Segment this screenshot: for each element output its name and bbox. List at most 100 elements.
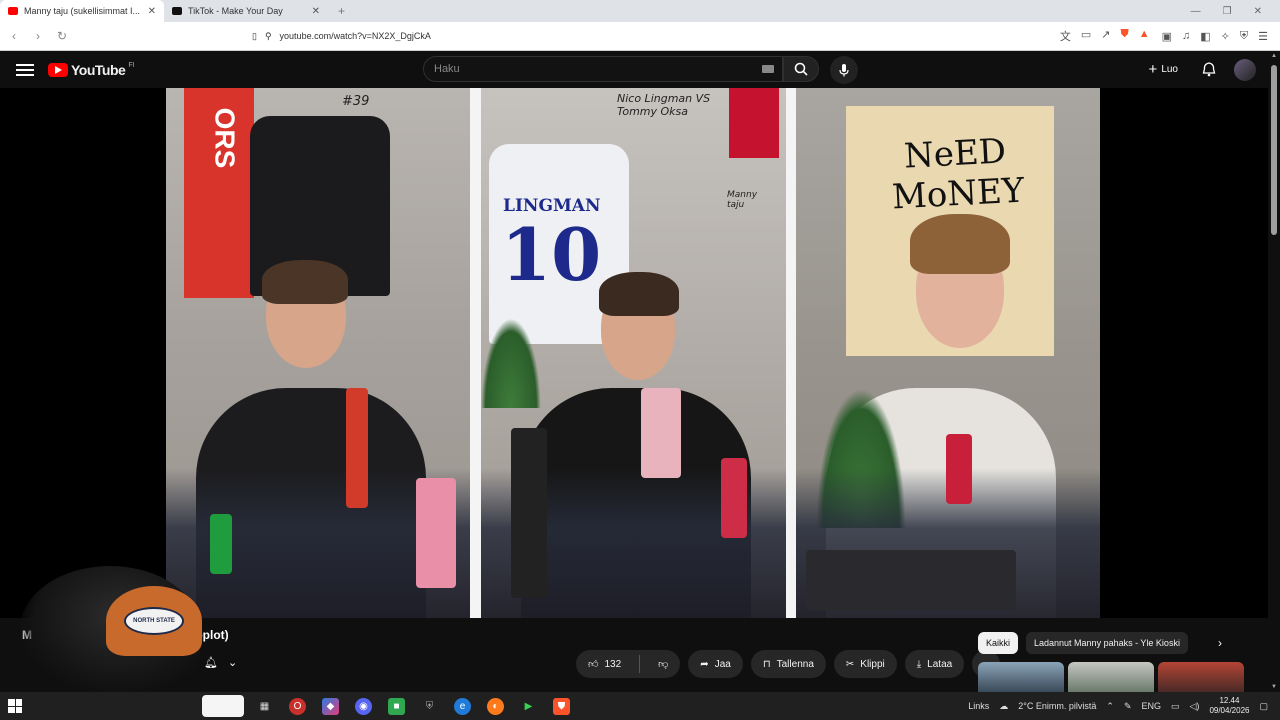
share-button[interactable]: ➦ Jaa xyxy=(688,650,743,678)
wallet-icon[interactable]: ▣ xyxy=(1162,30,1172,43)
language-indicator[interactable]: ENG xyxy=(1141,701,1161,711)
network-icon[interactable]: ▭ xyxy=(1171,701,1180,712)
opera-icon[interactable]: O xyxy=(289,697,306,715)
brave-shield-icon[interactable]: ⛊ xyxy=(1120,28,1128,44)
spray-can xyxy=(346,388,368,508)
notifications-bell-icon[interactable] xyxy=(1202,62,1216,77)
chip-uploader[interactable]: Ladannut Manny pahaks - Yle Kioski xyxy=(1026,632,1188,654)
clock-time: 12.44 xyxy=(1219,696,1240,705)
shield-icon[interactable]: ⛨ xyxy=(421,698,438,715)
youtube-logo[interactable]: YouTube FI xyxy=(48,62,135,78)
share-icon[interactable]: ↗ xyxy=(1101,28,1110,44)
thumbnail[interactable] xyxy=(978,662,1064,692)
chevron-right-icon[interactable]: › xyxy=(1218,636,1222,650)
voice-search-button[interactable] xyxy=(830,56,858,84)
browser-tab-tiktok[interactable]: TikTok - Make Your Day ✕ xyxy=(164,0,328,22)
thumbnail[interactable] xyxy=(1068,662,1154,692)
minimize-icon[interactable]: — xyxy=(1191,6,1201,17)
person-hair xyxy=(262,260,348,304)
poster-number: #39 xyxy=(342,94,370,109)
poster-text-line2: MoNEY xyxy=(891,170,1026,218)
pen-icon[interactable]: ✎ xyxy=(1124,701,1132,712)
red-can xyxy=(946,434,972,504)
translate-icon[interactable]: 文 xyxy=(1060,28,1071,44)
windows-start-icon[interactable] xyxy=(8,699,22,713)
new-tab-button[interactable]: + xyxy=(328,4,355,18)
save-button[interactable]: ⊓ Tallenna xyxy=(750,650,826,678)
wall-note: Nico Lingman VS Tommy Oksa xyxy=(617,92,711,118)
edge-icon[interactable]: e xyxy=(454,697,471,715)
search-icon xyxy=(794,62,808,76)
weather-text[interactable]: 2°C Enimm. pilvistä xyxy=(1018,701,1096,711)
scroll-down-icon[interactable]: ▼ xyxy=(1271,684,1277,690)
youtube-play-icon xyxy=(48,62,68,77)
plus-icon: + xyxy=(1148,61,1158,78)
url-field[interactable]: ▯ ⚲ youtube.com/watch?v=NX2X_DgjCkA xyxy=(252,26,872,46)
window-controls: — ❐ ✕ xyxy=(1191,6,1280,17)
header-actions: + Luo xyxy=(1143,57,1256,82)
taskbar-search[interactable] xyxy=(202,695,244,717)
forward-icon[interactable]: › xyxy=(28,29,48,43)
copilot-icon[interactable]: ◆ xyxy=(322,697,339,715)
site-settings-icon[interactable]: ⚲ xyxy=(265,31,272,42)
close-tab-icon[interactable]: ✕ xyxy=(148,6,156,17)
scrollbar-thumb[interactable] xyxy=(1271,65,1277,235)
maximize-icon[interactable]: ❐ xyxy=(1223,6,1232,17)
media-icon[interactable]: ♫ xyxy=(1182,30,1190,43)
menu-icon[interactable]: ☰ xyxy=(1258,30,1268,43)
video-panel-right: NeED MoNEY xyxy=(796,88,1100,618)
clock[interactable]: 12.44 09/04/2026 xyxy=(1209,696,1249,716)
notification-center-icon[interactable]: ▢ xyxy=(1259,701,1268,712)
brave-icon[interactable]: ⛊ xyxy=(553,697,570,715)
discord-icon[interactable]: ◉ xyxy=(355,697,372,715)
close-tab-icon[interactable]: ✕ xyxy=(312,6,320,17)
side-note: Manny taju xyxy=(727,190,758,210)
create-button[interactable]: + Luo xyxy=(1143,57,1184,82)
browser-tab-youtube[interactable]: Manny taju (sukellisimmat I... ✕ xyxy=(0,0,164,22)
guide-menu-icon[interactable] xyxy=(16,63,34,76)
scroll-up-icon[interactable]: ▲ xyxy=(1271,53,1277,59)
thumbnail[interactable] xyxy=(1158,662,1244,692)
page-scrollbar[interactable]: ▲ ▼ xyxy=(1268,51,1280,692)
dislike-button[interactable]: 👎︎ xyxy=(646,650,680,678)
browser-menu-icons: ▣ ♫ ◧ ✧ ⛨ ☰ xyxy=(1162,30,1280,43)
keyboard-icon[interactable] xyxy=(762,65,774,73)
red-flag: ORS xyxy=(184,88,254,298)
chip-all[interactable]: Kaikki xyxy=(978,632,1019,654)
firefox-icon[interactable]: ◐ xyxy=(487,697,504,715)
search-button[interactable] xyxy=(783,56,819,82)
share-label: Jaa xyxy=(714,658,731,670)
links-toolbar[interactable]: Links xyxy=(968,701,989,711)
terminal-icon[interactable]: ▶ xyxy=(520,698,537,715)
reload-icon[interactable]: ↻ xyxy=(52,29,72,43)
browser-toolbar-icons: 文 ▭ ↗ ⛊ ▲ xyxy=(1060,28,1162,44)
volume-icon[interactable]: ◁) xyxy=(1190,701,1200,712)
bell-icon: 🔔︎ xyxy=(204,657,218,669)
task-view-icon[interactable]: ▦ xyxy=(256,698,273,715)
download-button[interactable]: ⤓ Lataa xyxy=(904,650,965,678)
sidebar-icon[interactable]: ◧ xyxy=(1200,30,1210,43)
tab-title: Manny taju (sukellisimmat I... xyxy=(24,6,141,16)
vpn-icon[interactable]: ⛨ xyxy=(1240,30,1248,43)
subscription-bell[interactable]: 🔔︎ ⌄ xyxy=(204,656,237,669)
youtube-header: YouTube FI Haku + Luo xyxy=(0,51,1280,88)
brave-rewards-icon[interactable]: ▲ xyxy=(1139,28,1150,44)
bookmark-icon[interactable]: ▯ xyxy=(252,31,257,42)
clip-button[interactable]: ✂ Klippi xyxy=(833,650,897,678)
chevron-down-icon: ⌄ xyxy=(227,657,238,669)
tray-chevron-icon[interactable]: ⌃ xyxy=(1106,701,1114,712)
can xyxy=(210,514,232,574)
app-icon[interactable]: ■ xyxy=(388,697,405,715)
create-label: Luo xyxy=(1161,64,1178,75)
back-icon[interactable]: ‹ xyxy=(4,29,24,43)
like-button[interactable]: 👍︎ 132 xyxy=(576,650,633,678)
avatar[interactable] xyxy=(1234,58,1256,81)
cast-icon[interactable]: ▭ xyxy=(1081,28,1091,44)
video-panel-left: ORS #39 xyxy=(166,88,470,618)
video-player[interactable]: ORS #39 Nico Lingman VS Tommy Oksa LINGM… xyxy=(0,88,1268,618)
close-window-icon[interactable]: ✕ xyxy=(1254,6,1262,17)
search-input[interactable]: Haku xyxy=(423,56,783,82)
video-panel-center: Nico Lingman VS Tommy Oksa LINGMAN 10 Ma… xyxy=(481,88,786,618)
video-actions: 👍︎ 132 👎︎ ➦ Jaa ⊓ Tallenna ✂ Klippi ⤓ La… xyxy=(576,650,1001,678)
extensions-icon[interactable]: ✧ xyxy=(1221,30,1230,43)
